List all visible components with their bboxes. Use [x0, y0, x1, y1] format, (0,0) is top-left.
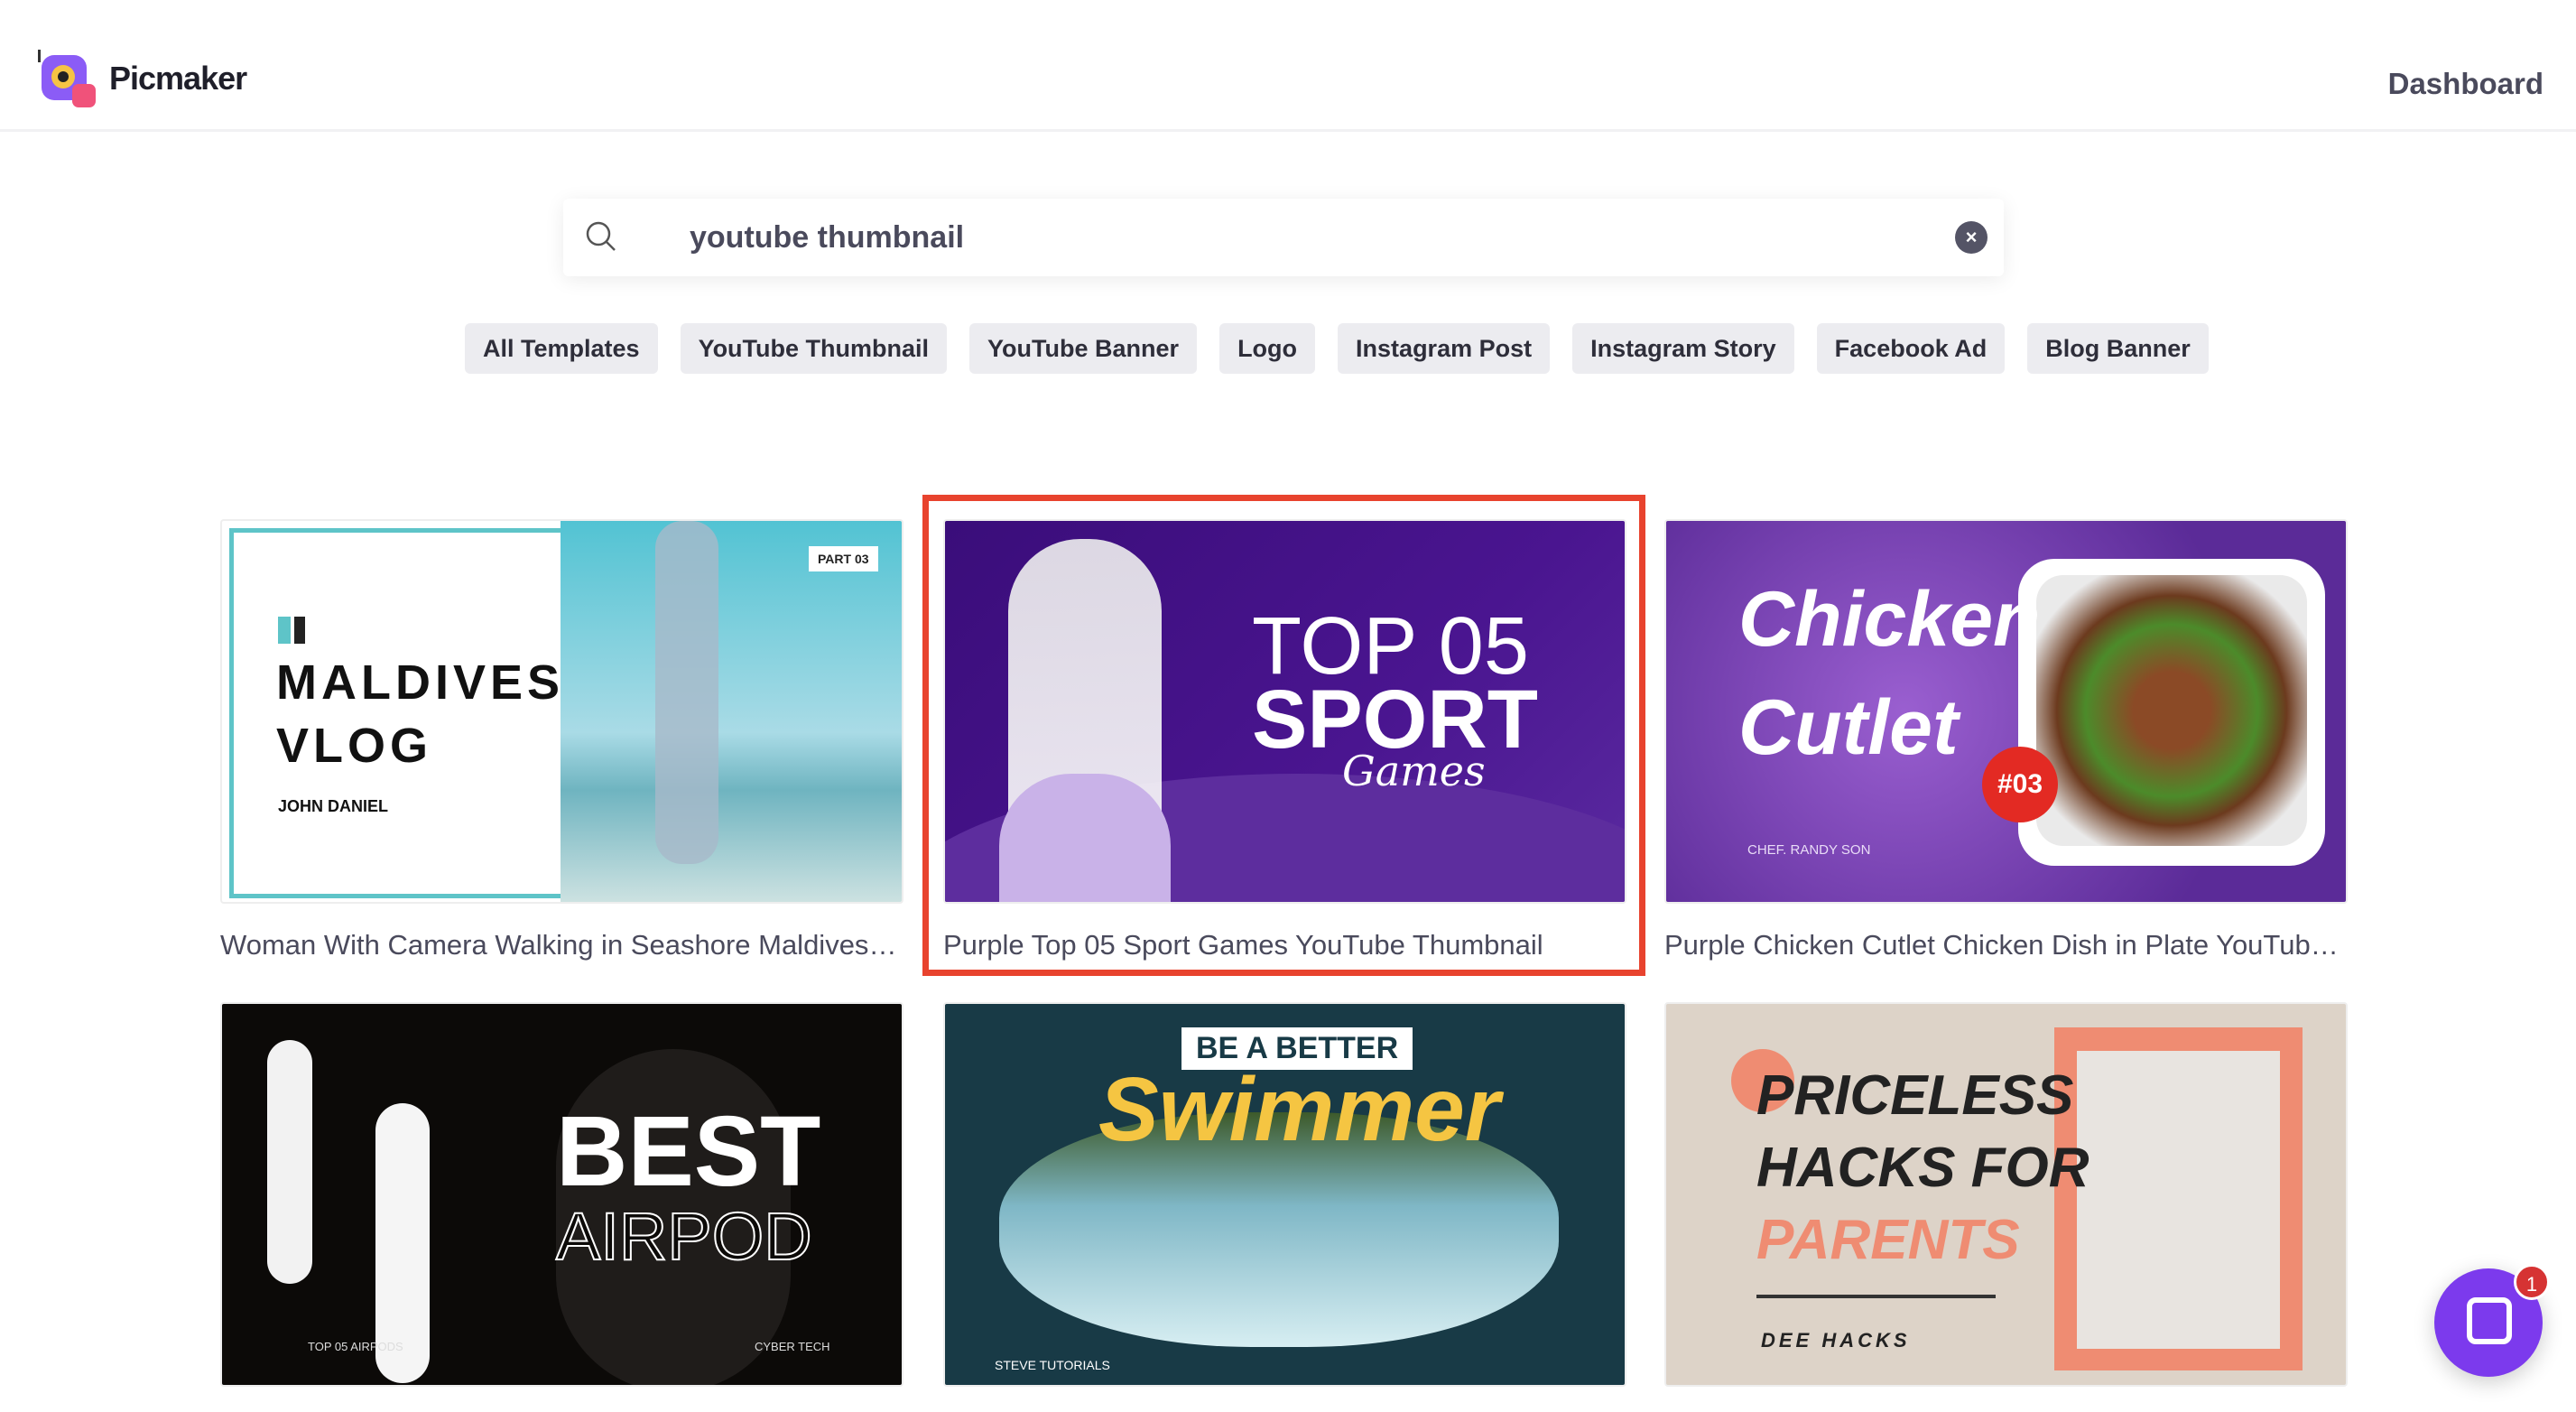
notification-badge: 1 — [2514, 1264, 2550, 1300]
chat-icon — [2467, 1297, 2512, 1344]
category-filters: All Templates YouTube Thumbnail YouTube … — [465, 323, 2209, 374]
filter-all-templates[interactable]: All Templates — [465, 323, 658, 374]
template-card[interactable]: BEST AIRPOD TOP 05 AIRPODS CYBER TECH — [220, 1002, 903, 1387]
template-caption[interactable]: Purple Chicken Cutlet Chicken Dish in Pl… — [1664, 929, 2348, 961]
brand-name[interactable]: Picmaker — [109, 60, 247, 98]
template-thumbnail[interactable]: #03 Chicken Cutlet CHEF. RANDY SON — [1664, 519, 2348, 904]
search-icon — [586, 221, 616, 251]
template-card[interactable]: PRICELESS HACKS FOR PARENTS DEE HACKS — [1664, 1002, 2348, 1387]
filter-instagram-post[interactable]: Instagram Post — [1338, 323, 1551, 374]
clear-search-icon[interactable]: × — [1955, 221, 1988, 254]
template-caption[interactable]: Woman With Camera Walking in Seashore Ma… — [220, 929, 903, 961]
template-thumbnail[interactable]: BEST AIRPOD TOP 05 AIRPODS CYBER TECH — [220, 1002, 903, 1387]
top-header: Picmaker Dashboard — [0, 0, 2576, 132]
dashboard-link[interactable]: Dashboard — [2388, 67, 2544, 101]
filter-logo[interactable]: Logo — [1219, 323, 1316, 374]
template-card[interactable]: #03 Chicken Cutlet CHEF. RANDY SON Purpl… — [1664, 519, 2348, 961]
search-bar[interactable]: youtube thumbnail × — [563, 199, 2004, 276]
filter-youtube-banner[interactable]: YouTube Banner — [969, 323, 1198, 374]
template-thumbnail[interactable]: PART 03 MALDIVES VLOG JOHN DANIEL — [220, 519, 903, 904]
picmaker-logo-icon[interactable] — [36, 50, 99, 107]
filter-instagram-story[interactable]: Instagram Story — [1572, 323, 1794, 374]
template-card[interactable]: PART 03 MALDIVES VLOG JOHN DANIEL Woman … — [220, 519, 903, 961]
template-card[interactable]: BE A BETTER Swimmer STEVE TUTORIALS — [943, 1002, 1626, 1387]
filter-blog-banner[interactable]: Blog Banner — [2027, 323, 2209, 374]
template-thumbnail[interactable]: PRICELESS HACKS FOR PARENTS DEE HACKS — [1664, 1002, 2348, 1387]
filter-youtube-thumbnail[interactable]: YouTube Thumbnail — [680, 323, 948, 374]
template-thumbnail[interactable]: BE A BETTER Swimmer STEVE TUTORIALS — [943, 1002, 1626, 1387]
selection-highlight — [922, 495, 1645, 976]
filter-facebook-ad[interactable]: Facebook Ad — [1816, 323, 2006, 374]
search-input[interactable]: youtube thumbnail — [690, 220, 964, 255]
